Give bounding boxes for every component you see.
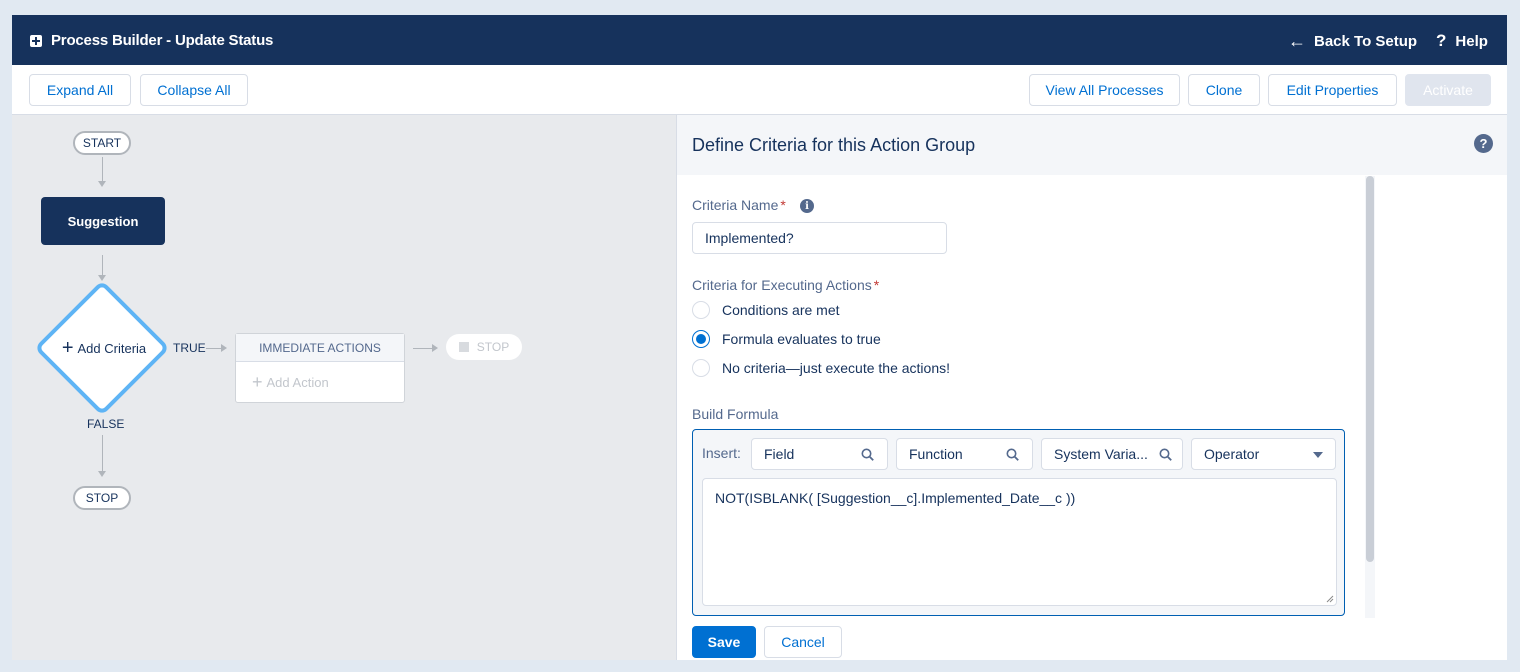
add-criteria-button[interactable]: + Add Criteria xyxy=(58,337,150,359)
radio-label: Formula evaluates to true xyxy=(722,331,881,347)
stop-node-right: STOP xyxy=(446,334,522,360)
collapse-all-button[interactable]: Collapse All xyxy=(140,74,248,106)
required-marker: * xyxy=(873,277,880,293)
false-label: FALSE xyxy=(87,417,125,431)
formula-builder: Insert: Field Function System Varia... O… xyxy=(692,429,1345,616)
view-all-processes-button[interactable]: View All Processes xyxy=(1029,74,1180,106)
criteria-panel: Define Criteria for this Action Group ? … xyxy=(676,115,1507,660)
stop-node-bottom: STOP xyxy=(73,486,131,510)
object-node[interactable]: Suggestion xyxy=(41,197,165,245)
criteria-name-label-text: Criteria Name xyxy=(692,197,779,213)
formula-text: NOT(ISBLANK( [Suggestion__c].Implemented… xyxy=(715,490,1076,506)
insert-field-text: Field xyxy=(764,446,795,462)
insert-system-variable-lookup[interactable]: System Varia... xyxy=(1041,438,1183,470)
insert-function-lookup[interactable]: Function xyxy=(896,438,1033,470)
add-action-button[interactable]: + Add Action xyxy=(252,372,329,392)
panel-header: Define Criteria for this Action Group ? xyxy=(677,115,1507,175)
help-label: Help xyxy=(1455,32,1488,50)
required-marker: * xyxy=(780,197,786,213)
arrow-left-icon: ← xyxy=(1288,31,1306,51)
save-button[interactable]: Save xyxy=(692,626,756,658)
radio-button[interactable] xyxy=(692,330,710,348)
clone-button[interactable]: Clone xyxy=(1188,74,1260,106)
connector-arrow xyxy=(98,181,106,187)
radio-formula-true[interactable]: Formula evaluates to true xyxy=(692,329,881,349)
radio-label: Conditions are met xyxy=(722,302,840,318)
build-formula-label: Build Formula xyxy=(692,406,779,422)
help-link[interactable]: ? Help xyxy=(1436,31,1488,51)
process-canvas: START Suggestion + Add Criteria TRUE IMM… xyxy=(12,115,676,660)
toolbar: Expand All Collapse All View All Process… xyxy=(12,65,1507,115)
connector-line xyxy=(102,157,103,181)
criteria-exec-label-text: Criteria for Executing Actions xyxy=(692,277,872,293)
true-label: TRUE xyxy=(173,341,206,355)
process-builder-icon xyxy=(30,35,42,47)
cancel-button[interactable]: Cancel xyxy=(764,626,842,658)
panel-scrollbar[interactable] xyxy=(1365,176,1375,618)
radio-label: No criteria—just execute the actions! xyxy=(722,360,950,376)
help-icon[interactable]: ? xyxy=(1474,134,1493,153)
chevron-down-icon xyxy=(1313,452,1323,458)
criteria-name-input[interactable]: Implemented? xyxy=(692,222,947,254)
criteria-name-label: Criteria Name * xyxy=(692,197,786,213)
stop-icon xyxy=(458,342,469,352)
insert-operator-select[interactable]: Operator xyxy=(1191,438,1336,470)
connector-line xyxy=(413,348,433,349)
back-to-setup-label: Back To Setup xyxy=(1314,32,1418,50)
stop-label: STOP xyxy=(476,340,510,354)
search-icon xyxy=(861,448,874,461)
plus-icon: + xyxy=(252,372,263,392)
formula-textarea[interactable]: NOT(ISBLANK( [Suggestion__c].Implemented… xyxy=(702,478,1337,606)
panel-title: Define Criteria for this Action Group xyxy=(692,135,976,155)
connector-line xyxy=(102,435,103,471)
panel-footer: Save Cancel xyxy=(677,618,1377,660)
radio-button[interactable] xyxy=(692,359,710,377)
expand-all-button[interactable]: Expand All xyxy=(29,74,131,106)
activate-button[interactable]: Activate xyxy=(1405,74,1491,106)
app-title: Process Builder - Update Status xyxy=(51,32,274,49)
connector-line xyxy=(102,255,103,275)
app-header: Process Builder - Update Status ← Back T… xyxy=(12,15,1507,65)
add-criteria-label: Add Criteria xyxy=(77,340,147,356)
insert-operator-text: Operator xyxy=(1204,446,1260,462)
connector-arrow xyxy=(221,344,227,352)
immediate-actions-header: IMMEDIATE ACTIONS xyxy=(236,334,404,362)
insert-function-text: Function xyxy=(909,446,963,462)
radio-conditions-met[interactable]: Conditions are met xyxy=(692,300,840,320)
insert-label: Insert: xyxy=(702,445,741,461)
connector-arrow xyxy=(432,344,438,352)
search-icon xyxy=(1159,448,1172,461)
add-action-label: Add Action xyxy=(266,374,329,390)
plus-icon: + xyxy=(61,337,74,359)
process-builder-window: Process Builder - Update Status ← Back T… xyxy=(12,15,1507,660)
search-icon xyxy=(1006,448,1019,461)
scrollbar-thumb[interactable] xyxy=(1366,176,1374,562)
back-to-setup-link[interactable]: ← Back To Setup xyxy=(1288,31,1417,51)
connector-arrow xyxy=(98,275,106,281)
criteria-exec-label: Criteria for Executing Actions * xyxy=(692,277,879,293)
question-mark-icon: ? xyxy=(1436,31,1447,50)
resize-grip-icon[interactable] xyxy=(1326,595,1334,603)
connector-line xyxy=(206,348,222,349)
radio-button[interactable] xyxy=(692,301,710,319)
start-node: START xyxy=(73,131,131,155)
immediate-actions-box: IMMEDIATE ACTIONS + Add Action xyxy=(235,333,405,403)
radio-no-criteria[interactable]: No criteria—just execute the actions! xyxy=(692,358,950,378)
connector-arrow xyxy=(98,471,106,477)
insert-system-variable-text: System Varia... xyxy=(1054,446,1148,462)
info-icon[interactable]: i xyxy=(800,199,814,213)
insert-field-lookup[interactable]: Field xyxy=(751,438,888,470)
edit-properties-button[interactable]: Edit Properties xyxy=(1268,74,1397,106)
